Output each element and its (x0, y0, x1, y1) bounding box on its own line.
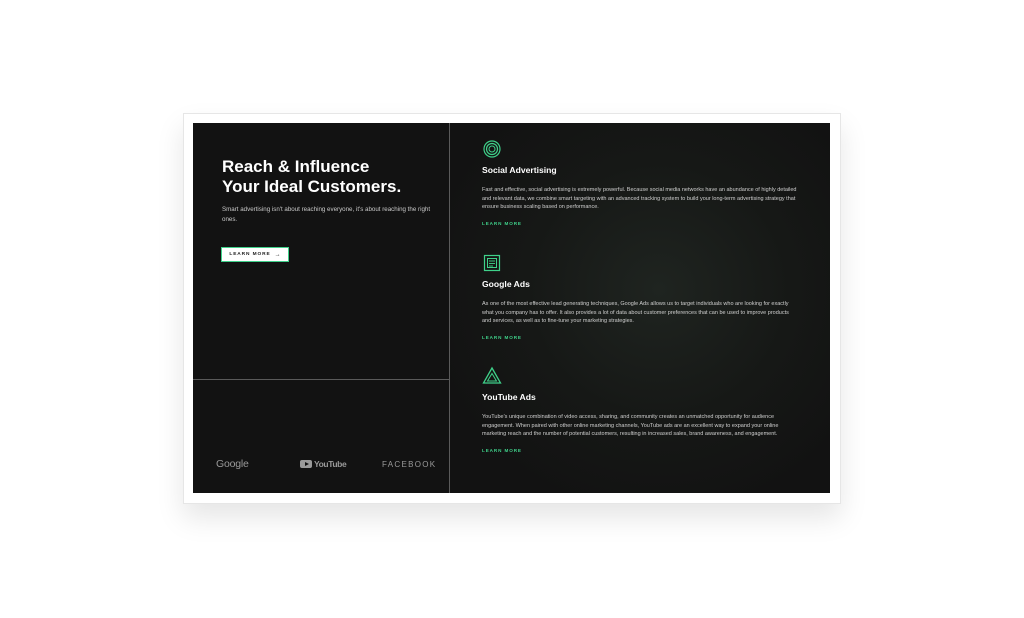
service-learn-more-link[interactable]: LEARN MORE (482, 448, 522, 453)
preview-frame: Reach & Influence Your Ideal Customers. … (183, 113, 841, 504)
partner-logos: Google YouTube FACEBOOK (193, 453, 449, 475)
service-title: YouTube Ads (482, 392, 536, 402)
service-title: Google Ads (482, 279, 530, 289)
vertical-divider (449, 123, 450, 493)
hero-title-line-2: Your Ideal Customers. (222, 177, 402, 196)
service-learn-more-link[interactable]: LEARN MORE (482, 335, 522, 340)
triangle-play-icon (482, 366, 502, 384)
circle-rings-icon (483, 140, 501, 158)
service-youtube-ads: YouTube Ads YouTube's unique combination… (482, 366, 802, 457)
hero-title-line-1: Reach & Influence (222, 157, 370, 176)
learn-more-button[interactable]: LEARN MORE → (221, 247, 289, 262)
learn-more-button-label: LEARN MORE (229, 252, 271, 257)
google-logo-text: Google (216, 458, 249, 470)
youtube-play-icon (300, 460, 312, 468)
service-social-advertising: Social Advertising Fast and effective, s… (482, 139, 802, 230)
document-stack-icon (483, 254, 501, 272)
facebook-logo: FACEBOOK (382, 460, 436, 469)
service-google-ads: Google Ads As one of the most effective … (482, 253, 802, 344)
arrow-right-icon: → (274, 251, 281, 258)
hero-panel: Reach & Influence Your Ideal Customers. … (193, 123, 830, 493)
youtube-logo-text: YouTube (314, 459, 347, 469)
service-learn-more-link[interactable]: LEARN MORE (482, 221, 522, 226)
youtube-logo: YouTube (300, 459, 347, 469)
service-description: YouTube's unique combination of video ac… (482, 414, 779, 438)
service-description: Fast and effective, social advertising i… (482, 187, 797, 211)
facebook-logo-text: FACEBOOK (382, 460, 437, 469)
hero-subtitle: Smart advertising isn't about reaching e… (222, 206, 431, 223)
google-logo: Google (216, 458, 249, 470)
horizontal-divider (193, 379, 449, 380)
service-title: Social Advertising (482, 165, 557, 175)
service-description: As one of the most effective lead genera… (482, 301, 789, 325)
hero-title: Reach & Influence Your Ideal Customers. (222, 157, 437, 197)
